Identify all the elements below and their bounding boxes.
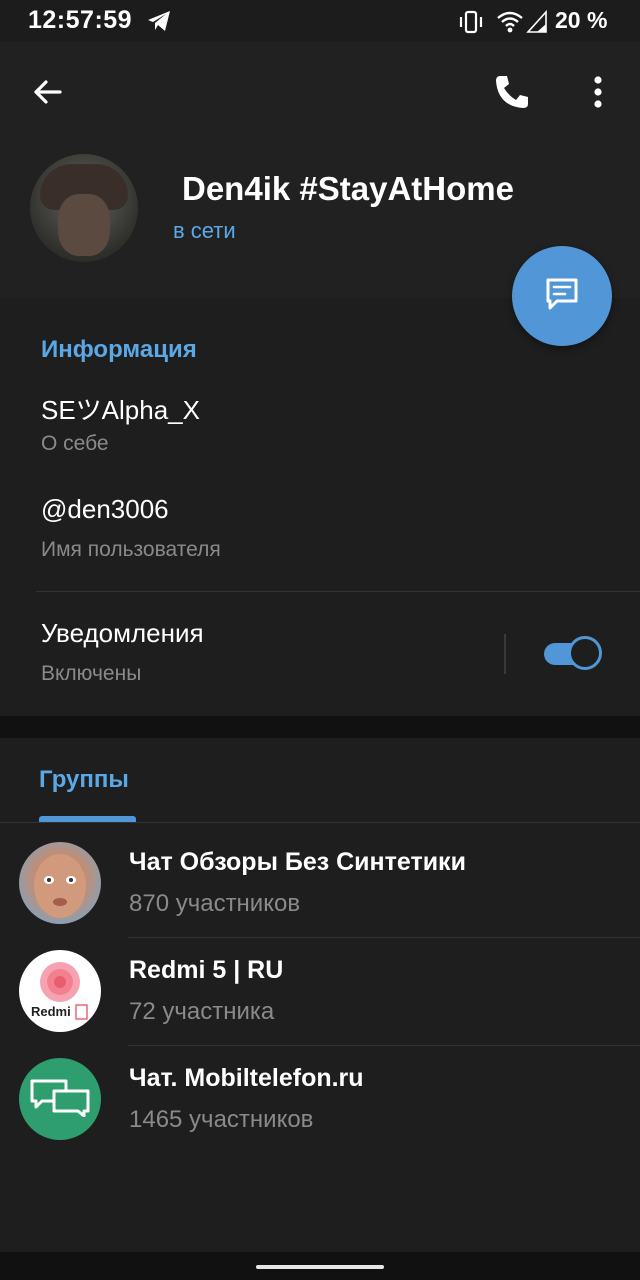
group-item[interactable]: Redmi Redmi 5 | RU 72 участника [0,938,640,1046]
more-vertical-icon[interactable] [580,72,616,112]
group-member-count: 870 участников [129,890,301,917]
send-message-button[interactable] [512,246,612,346]
vibrate-icon [458,10,484,39]
group-member-count: 72 участника [129,998,275,1025]
bio-value: SEツAlpha_X [41,395,200,425]
signal-icon [526,9,548,39]
chat-bubbles-icon [28,1077,92,1122]
notifications-label: Уведомления [41,618,204,648]
group-name: Чат. Mobiltelefon.ru [129,1064,364,1092]
profile-name: Den4ik #StayAtHome [182,170,514,207]
group-item[interactable]: Чат. Mobiltelefon.ru 1465 участников [0,1046,640,1154]
battery-level: 20 % [555,7,608,33]
bio-label: О себе [41,432,109,455]
info-title: Информация [41,336,197,363]
group-avatar [19,1058,101,1140]
group-name: Redmi 5 | RU [129,956,284,984]
group-member-count: 1465 участников [129,1106,314,1133]
message-icon [542,274,582,319]
group-avatar: Redmi [19,950,101,1032]
groups-section: Группы Чат Обзоры Без Синтетики 870 учас… [0,738,640,1252]
navigation-bar [0,1252,640,1280]
arrow-left-icon[interactable] [30,74,66,110]
phone-icon[interactable] [492,72,532,112]
group-item[interactable]: Чат Обзоры Без Синтетики 870 участников [0,830,640,938]
group-avatar [19,842,101,924]
status-time: 12:57:59 [28,6,133,34]
section-gap [0,716,640,738]
tab-divider [0,822,640,823]
online-status: в сети [173,218,236,243]
wifi-icon [496,10,524,39]
username-value: @den3006 [41,494,169,524]
notifications-toggle[interactable] [542,636,602,670]
home-indicator[interactable] [256,1265,384,1269]
status-bar: 12:57:59 20 % [0,0,640,42]
username-label: Имя пользователя [41,538,221,561]
divider [36,591,640,592]
group-name: Чат Обзоры Без Синтетики [129,848,466,876]
redmi-logo-text: Redmi [31,1004,71,1019]
avatar[interactable] [30,154,138,262]
telegram-icon [146,9,172,38]
info-section: Информация SEツAlpha_X О себе @den3006 Им… [0,298,640,716]
toggle-separator [504,634,506,674]
notifications-state: Включены [41,662,142,685]
tab-groups[interactable]: Группы [39,766,129,794]
